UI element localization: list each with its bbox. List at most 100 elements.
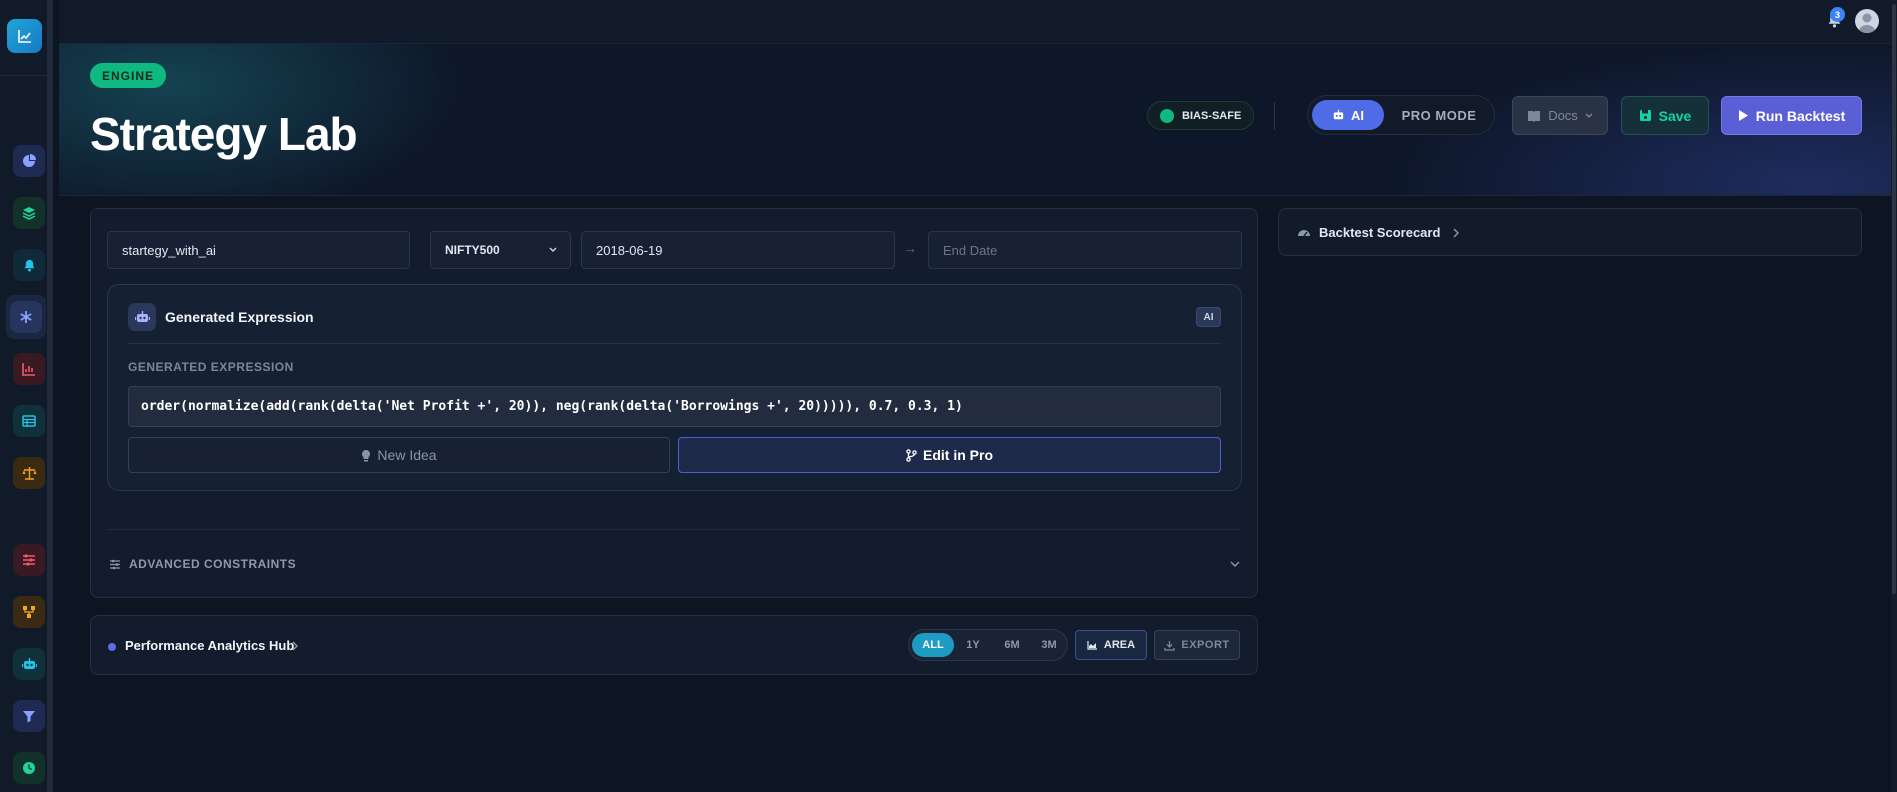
robot-icon bbox=[21, 658, 37, 669]
robot-badge bbox=[128, 303, 156, 331]
gauge-icon bbox=[1298, 230, 1310, 237]
range-3m-button[interactable]: 3M bbox=[1033, 633, 1065, 657]
layers-icon bbox=[22, 207, 36, 220]
performance-analytics-card: Performance Analytics Hub ALL 1Y 6M 3M A… bbox=[90, 615, 1258, 675]
docs-label: Docs bbox=[1548, 108, 1578, 123]
export-label: EXPORT bbox=[1181, 639, 1230, 651]
book-icon bbox=[1528, 110, 1541, 122]
status-dot bbox=[1160, 108, 1174, 123]
page-scrollbar[interactable] bbox=[1891, 0, 1897, 792]
sidebar-item-filter[interactable] bbox=[13, 700, 45, 732]
edit-in-pro-label: Edit in Pro bbox=[923, 447, 993, 463]
lightbulb-icon bbox=[362, 449, 371, 461]
scrollbar-thumb[interactable] bbox=[1892, 4, 1896, 594]
start-date-input[interactable]: 2018-06-19 bbox=[581, 231, 895, 269]
git-branch-icon bbox=[906, 448, 917, 462]
notification-count-badge: 3 bbox=[1830, 7, 1845, 22]
docs-button[interactable]: Docs bbox=[1512, 96, 1608, 135]
sidebar-item-layers[interactable] bbox=[13, 197, 45, 229]
robot-icon bbox=[134, 311, 150, 322]
app-logo[interactable] bbox=[7, 19, 42, 53]
dashboard-icon bbox=[23, 154, 36, 167]
chevron-right-icon[interactable] bbox=[291, 640, 299, 652]
sidebar-item-balance[interactable] bbox=[13, 457, 45, 489]
run-backtest-button[interactable]: Run Backtest bbox=[1721, 96, 1862, 135]
strategy-config-card: startegy_with_ai NIFTY500 2018-06-19 → E… bbox=[90, 208, 1258, 598]
filter-icon bbox=[23, 711, 35, 723]
backtest-scorecard-card[interactable]: Backtest Scorecard bbox=[1278, 208, 1862, 256]
edit-in-pro-button[interactable]: Edit in Pro bbox=[678, 437, 1221, 473]
trend-chart-icon bbox=[17, 30, 31, 43]
expression-display[interactable]: order(normalize(add(rank(delta('Net Prof… bbox=[128, 386, 1221, 427]
panel-divider bbox=[128, 343, 1221, 344]
table-icon bbox=[22, 415, 36, 427]
robot-icon bbox=[1333, 109, 1344, 120]
export-button[interactable]: EXPORT bbox=[1154, 630, 1240, 660]
performance-title[interactable]: Performance Analytics Hub bbox=[125, 638, 294, 653]
advanced-constraints-label: ADVANCED CONSTRAINTS bbox=[129, 557, 297, 571]
workflow-icon bbox=[23, 606, 35, 618]
bias-safe-label: BIAS-SAFE bbox=[1182, 109, 1242, 122]
universe-value: NIFTY500 bbox=[445, 243, 500, 257]
hero-header: ENGINE Strategy Lab BIAS-SAFE AI PRO MOD… bbox=[59, 44, 1897, 196]
ai-tag: AI bbox=[1196, 307, 1221, 327]
sidebar-item-strategy-lab[interactable] bbox=[6, 295, 46, 339]
area-chart-button[interactable]: AREA bbox=[1075, 630, 1147, 660]
scale-icon bbox=[22, 467, 36, 480]
end-date-input[interactable]: End Date bbox=[928, 231, 1242, 269]
bell-icon bbox=[23, 259, 35, 272]
area-label: AREA bbox=[1103, 639, 1136, 651]
mode-toggle: AI PRO MODE bbox=[1307, 95, 1495, 135]
generated-expression-title: Generated Expression bbox=[165, 309, 314, 325]
range-all-button[interactable]: ALL bbox=[912, 633, 954, 657]
section-divider bbox=[107, 529, 1241, 530]
sidebar-item-workflow[interactable] bbox=[13, 596, 45, 628]
bias-safe-indicator: BIAS-SAFE bbox=[1147, 101, 1255, 130]
sidebar-item-constraints[interactable] bbox=[13, 544, 45, 576]
chevron-down-icon bbox=[549, 247, 557, 252]
top-bar bbox=[59, 0, 1897, 44]
save-label: Save bbox=[1658, 107, 1692, 124]
universe-select[interactable]: NIFTY500 bbox=[430, 231, 571, 269]
mode-pro-button[interactable]: PRO MODE bbox=[1388, 100, 1490, 130]
asterisk-icon bbox=[20, 311, 32, 323]
sidebar-item-dashboard[interactable] bbox=[13, 145, 45, 177]
expression-label: GENERATED EXPRESSION bbox=[128, 360, 294, 374]
run-backtest-label: Run Backtest bbox=[1755, 107, 1846, 124]
range-6m-button[interactable]: 6M bbox=[995, 633, 1029, 657]
header-divider bbox=[1274, 102, 1275, 130]
chevron-right-icon bbox=[1453, 228, 1459, 238]
range-1y-button[interactable]: 1Y bbox=[958, 633, 988, 657]
engine-badge: ENGINE bbox=[90, 63, 167, 88]
user-icon bbox=[1858, 13, 1876, 33]
mode-ai-label: AI bbox=[1351, 107, 1364, 123]
advanced-constraints-toggle[interactable]: ADVANCED CONSTRAINTS bbox=[109, 557, 296, 571]
save-button[interactable]: Save bbox=[1621, 96, 1709, 135]
sidebar-divider bbox=[0, 75, 53, 76]
time-range-selector: ALL 1Y 6M 3M bbox=[908, 629, 1068, 661]
chevron-down-icon[interactable] bbox=[1229, 559, 1241, 569]
chart-icon bbox=[22, 363, 35, 376]
play-icon bbox=[1738, 110, 1748, 121]
sidebar-item-history[interactable] bbox=[13, 752, 45, 784]
status-dot bbox=[108, 643, 116, 651]
scorecard-title: Backtest Scorecard bbox=[1319, 225, 1441, 240]
save-icon bbox=[1639, 110, 1651, 121]
date-range-arrow: → bbox=[903, 240, 917, 256]
chevron-down-icon bbox=[1585, 113, 1593, 118]
mode-ai-button[interactable]: AI bbox=[1312, 100, 1384, 130]
sidebar-item-alerts[interactable] bbox=[13, 249, 45, 281]
generated-expression-panel: Generated Expression AI GENERATED EXPRES… bbox=[107, 284, 1242, 491]
strategy-name-input[interactable]: startegy_with_ai bbox=[107, 231, 410, 269]
new-idea-label: New Idea bbox=[377, 447, 437, 463]
download-icon bbox=[1164, 640, 1176, 651]
new-idea-button[interactable]: New Idea bbox=[128, 437, 670, 473]
sidebar-item-tables[interactable] bbox=[13, 405, 45, 437]
user-avatar[interactable] bbox=[1855, 9, 1879, 33]
sliders-icon bbox=[110, 559, 120, 569]
page-title: Strategy Lab bbox=[90, 108, 358, 160]
sidebar bbox=[0, 0, 53, 792]
sidebar-item-ai[interactable] bbox=[13, 648, 45, 680]
sidebar-item-analytics[interactable] bbox=[13, 353, 45, 385]
clock-icon bbox=[23, 762, 35, 774]
